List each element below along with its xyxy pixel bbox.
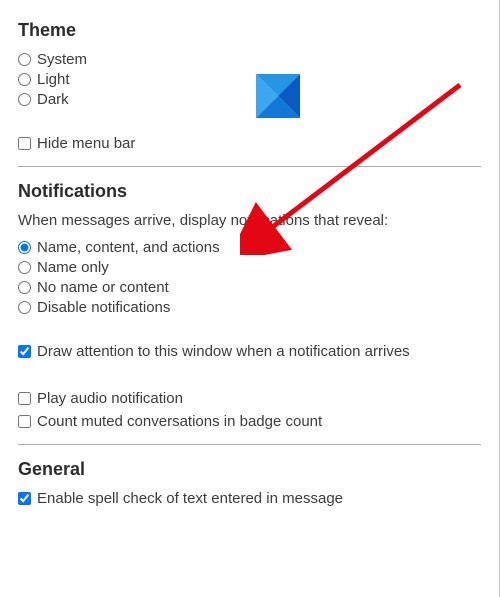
hide-menu-bar-label: Hide menu bar bbox=[37, 135, 135, 152]
notify-radio-disable[interactable]: Disable notifications bbox=[18, 299, 481, 316]
theme-radio-system-input[interactable] bbox=[18, 53, 31, 66]
notify-radio-label: Name, content, and actions bbox=[37, 239, 220, 256]
divider bbox=[18, 444, 481, 445]
notifications-description: When messages arrive, display notificati… bbox=[18, 212, 481, 229]
notify-radio-label: Disable notifications bbox=[37, 299, 170, 316]
count-muted-checkbox[interactable]: Count muted conversations in badge count bbox=[18, 413, 481, 430]
hide-menu-bar-checkbox[interactable]: Hide menu bar bbox=[18, 135, 481, 152]
notify-radio-input[interactable] bbox=[18, 261, 31, 274]
divider bbox=[18, 166, 481, 167]
theme-radio-light-input[interactable] bbox=[18, 73, 31, 86]
notify-radio-name-only[interactable]: Name only bbox=[18, 259, 481, 276]
play-audio-label: Play audio notification bbox=[37, 390, 183, 407]
theme-section-title: Theme bbox=[18, 20, 481, 41]
theme-radio-dark-input[interactable] bbox=[18, 93, 31, 106]
spell-check-label: Enable spell check of text entered in me… bbox=[37, 490, 343, 507]
play-audio-checkbox[interactable]: Play audio notification bbox=[18, 390, 481, 407]
notify-radio-label: Name only bbox=[37, 259, 109, 276]
theme-radio-light[interactable]: Light bbox=[18, 71, 481, 88]
theme-radio-dark[interactable]: Dark bbox=[18, 91, 481, 108]
notify-radio-name-content-actions[interactable]: Name, content, and actions bbox=[18, 239, 481, 256]
theme-radio-label: Dark bbox=[37, 91, 69, 108]
theme-radio-system[interactable]: System bbox=[18, 51, 481, 68]
count-muted-label: Count muted conversations in badge count bbox=[37, 413, 322, 430]
theme-radio-label: System bbox=[37, 51, 87, 68]
spell-check-input[interactable] bbox=[18, 492, 31, 505]
theme-radio-label: Light bbox=[37, 71, 70, 88]
draw-attention-input[interactable] bbox=[18, 345, 31, 358]
general-section-title: General bbox=[18, 459, 481, 480]
spell-check-checkbox[interactable]: Enable spell check of text entered in me… bbox=[18, 490, 481, 507]
notify-radio-input[interactable] bbox=[18, 241, 31, 254]
notify-radio-input[interactable] bbox=[18, 301, 31, 314]
notifications-section-title: Notifications bbox=[18, 181, 481, 202]
draw-attention-checkbox[interactable]: Draw attention to this window when a not… bbox=[18, 343, 481, 360]
draw-attention-label: Draw attention to this window when a not… bbox=[37, 343, 410, 360]
hide-menu-bar-input[interactable] bbox=[18, 137, 31, 150]
count-muted-input[interactable] bbox=[18, 415, 31, 428]
notify-radio-input[interactable] bbox=[18, 281, 31, 294]
notify-radio-no-name-content[interactable]: No name or content bbox=[18, 279, 481, 296]
notify-radio-label: No name or content bbox=[37, 279, 169, 296]
play-audio-input[interactable] bbox=[18, 392, 31, 405]
